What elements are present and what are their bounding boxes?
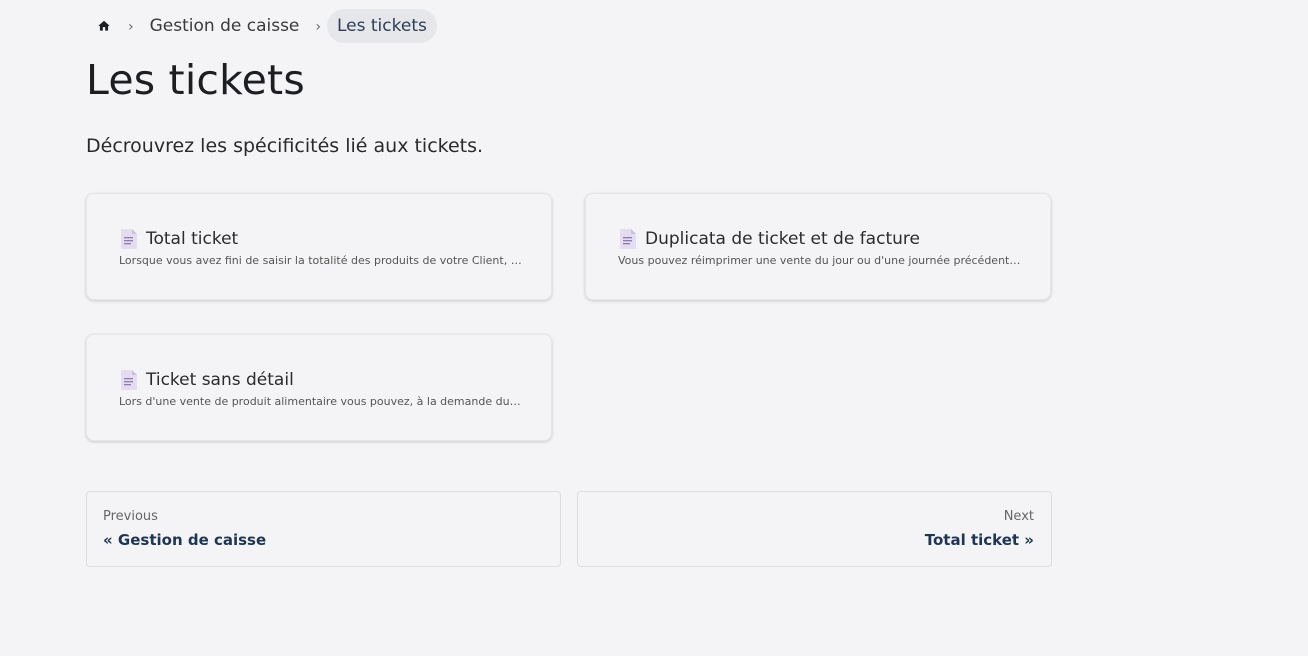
card-description: Vous pouvez réimprimer une vente du jour… bbox=[618, 254, 1022, 267]
breadcrumb: › Gestion de caisse › Les tickets bbox=[86, 9, 437, 43]
card-ticket-sans-detail[interactable]: Ticket sans détail Lors d'une vente de p… bbox=[86, 334, 552, 441]
breadcrumb-separator: › bbox=[128, 19, 134, 35]
card-description: Lors d'une vente de produit alimentaire … bbox=[119, 395, 523, 408]
pagination-previous-link[interactable]: Previous « Gestion de caisse bbox=[86, 491, 561, 567]
pagination-next-sublabel: Next bbox=[1003, 509, 1034, 524]
document-icon bbox=[121, 370, 137, 390]
pagination-next-link[interactable]: Next Total ticket » bbox=[577, 491, 1052, 567]
card-header: Ticket sans détail bbox=[120, 370, 294, 390]
pagination-next-label: Total ticket » bbox=[924, 531, 1034, 549]
page-title: Les tickets bbox=[86, 56, 305, 104]
card-description: Lorsque vous avez fini de saisir la tota… bbox=[119, 254, 523, 267]
card-header: Total ticket bbox=[120, 229, 238, 249]
card-duplicata-ticket-facture[interactable]: Duplicata de ticket et de facture Vous p… bbox=[585, 193, 1051, 300]
document-icon bbox=[121, 229, 137, 249]
page-intro: Décrouvrez les spécificités lié aux tick… bbox=[86, 135, 484, 157]
breadcrumb-item-current: Les tickets bbox=[327, 9, 437, 43]
document-icon bbox=[620, 229, 636, 249]
home-icon bbox=[98, 20, 110, 31]
card-title: Duplicata de ticket et de facture bbox=[645, 229, 920, 249]
pagination-previous-label: « Gestion de caisse bbox=[103, 531, 267, 549]
card-header: Duplicata de ticket et de facture bbox=[619, 229, 920, 249]
pagination-previous-sublabel: Previous bbox=[103, 509, 158, 524]
card-title: Total ticket bbox=[146, 229, 239, 249]
breadcrumb-separator: › bbox=[315, 19, 321, 35]
breadcrumb-home-link[interactable] bbox=[86, 9, 122, 43]
card-title: Ticket sans détail bbox=[146, 370, 294, 390]
card-total-ticket[interactable]: Total ticket Lorsque vous avez fini de s… bbox=[86, 193, 552, 300]
breadcrumb-item-gestion-de-caisse[interactable]: Gestion de caisse bbox=[140, 9, 310, 43]
